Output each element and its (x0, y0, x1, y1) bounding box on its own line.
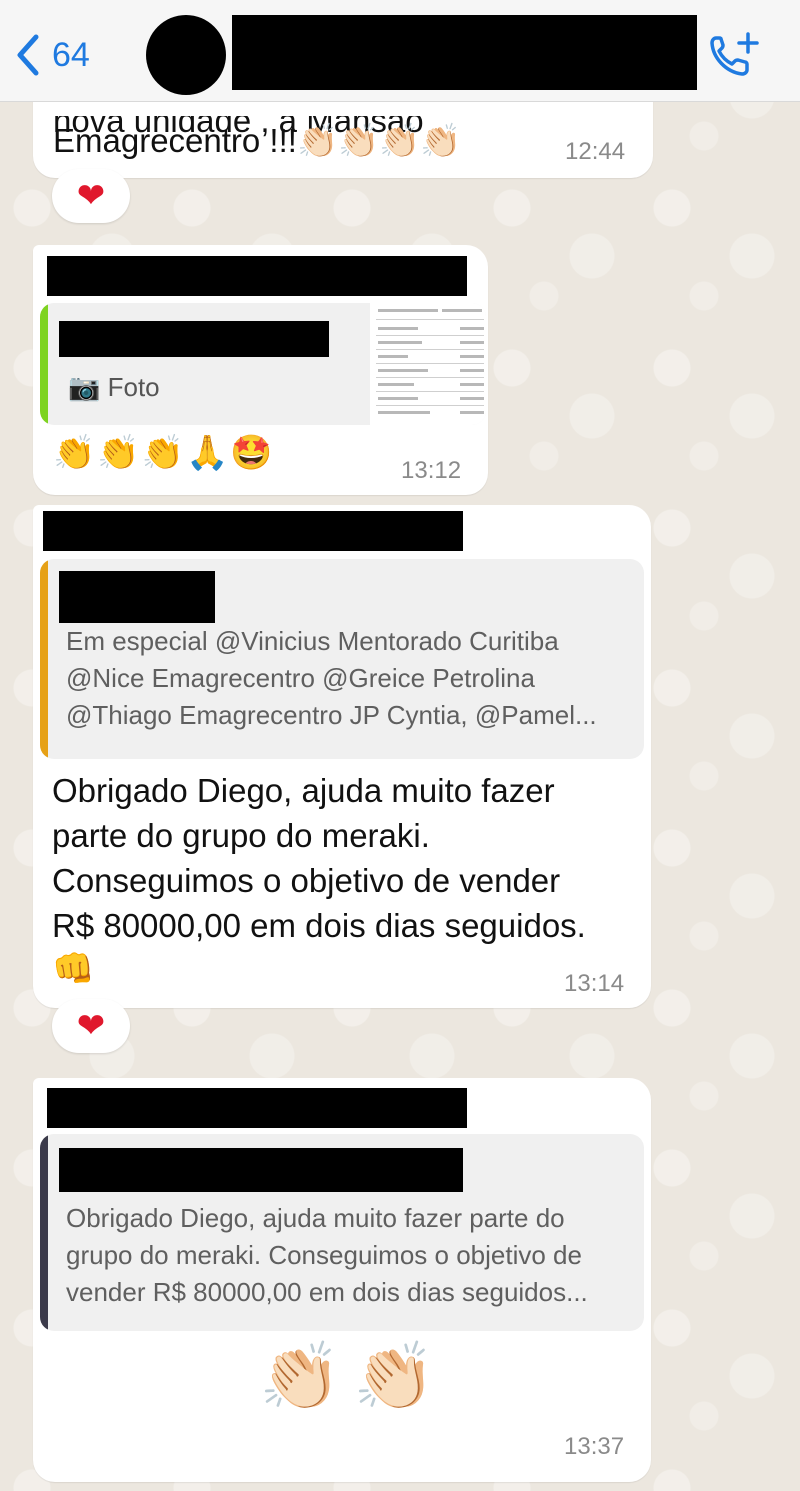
photo-label: 📷 Foto (68, 372, 160, 402)
message-emojis: 👏👏👏🙏🤩 (53, 434, 275, 472)
quote-line-3: vender R$ 80000,00 em dois dias seguidos… (66, 1277, 588, 1307)
add-call-icon[interactable] (706, 30, 762, 80)
message-bubble[interactable]: Obrigado Diego, ajuda muito fazer parte … (33, 1078, 651, 1482)
message-bubble[interactable]: 📷 Foto 👏👏👏🙏🤩 13:12 (33, 245, 488, 495)
message-line-1: Obrigado Diego, ajuda muito fazer (52, 772, 555, 809)
quote-line-1: Obrigado Diego, ajuda muito fazer parte … (66, 1203, 565, 1233)
quote-line-2: @Nice Emagrecentro @Greice Petrolina (66, 663, 535, 693)
message-time: 13:37 (564, 1433, 625, 1460)
quote-accent-bar (40, 559, 48, 759)
redacted-sender-name (47, 1088, 467, 1128)
quoted-message[interactable]: Obrigado Diego, ajuda muito fazer parte … (40, 1134, 644, 1331)
contact-avatar[interactable] (146, 15, 226, 95)
quote-accent-bar (40, 303, 48, 425)
message-line-2: parte do grupo do meraki. (52, 817, 430, 854)
message-bubble[interactable]: Em especial @Vinicius Mentorado Curitiba… (33, 505, 651, 1008)
chat-header: 64 (0, 0, 800, 102)
quote-accent-bar (40, 1134, 48, 1331)
fist-emoji: 👊 (52, 950, 97, 988)
chevron-left-icon (17, 34, 39, 76)
quoted-message[interactable]: Em especial @Vinicius Mentorado Curitiba… (40, 559, 644, 759)
redacted-contact-name[interactable] (232, 15, 697, 90)
heart-reaction[interactable]: ❤ (52, 999, 130, 1053)
unread-count: 64 (52, 35, 90, 74)
photo-thumbnail (370, 303, 486, 425)
heart-icon: ❤ (76, 177, 106, 215)
message-time: 13:14 (564, 970, 625, 997)
redacted-quote-author (59, 571, 215, 623)
heart-reaction[interactable]: ❤ (52, 169, 130, 223)
redacted-sender-name (43, 511, 463, 551)
quote-line-3: @Thiago Emagrecentro JP Cyntia, @Pamel..… (66, 700, 597, 730)
clapping-emojis: 👏🏻👏🏻 (259, 1339, 448, 1413)
heart-icon: ❤ (76, 1007, 106, 1045)
message-text: Emagrecentro !!!👏🏻👏🏻👏🏻👏🏻 (53, 122, 462, 159)
message-time: 12:44 (565, 138, 626, 165)
back-button[interactable]: 64 (14, 30, 90, 80)
message-line-3: Conseguimos o objetivo de vender (52, 862, 561, 899)
quote-line-2: grupo do meraki. Conseguimos o objetivo … (66, 1240, 582, 1270)
redacted-quote-author (59, 321, 329, 357)
message-line-4: R$ 80000,00 em dois dias seguidos. (52, 907, 586, 944)
message-time: 13:12 (401, 457, 462, 484)
redacted-sender-name (47, 256, 467, 296)
quote-line-1: Em especial @Vinicius Mentorado Curitiba (66, 626, 559, 656)
quoted-photo[interactable]: 📷 Foto (40, 303, 486, 425)
redacted-quote-author (59, 1148, 463, 1192)
